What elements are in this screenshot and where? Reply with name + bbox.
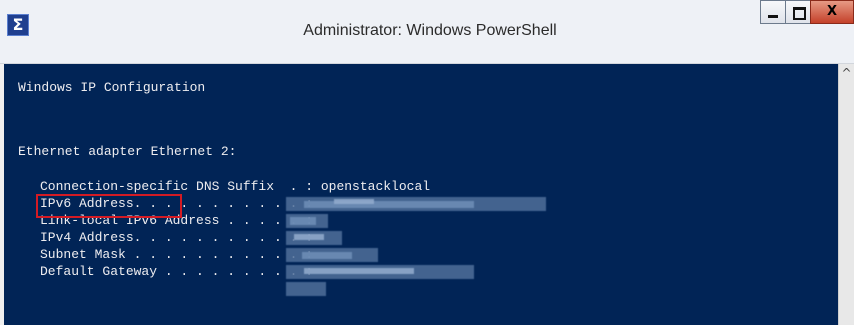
window-title: Administrator: Windows PowerShell [303, 22, 557, 39]
close-button[interactable]: X [810, 0, 854, 24]
redacted-value [286, 282, 326, 296]
redacted-value [304, 268, 414, 274]
ipv6-highlight-box [36, 194, 182, 218]
redacted-value [290, 217, 316, 225]
powershell-icon[interactable]: Σ [7, 14, 29, 36]
minimize-button[interactable] [760, 0, 786, 24]
scroll-up-arrow-icon[interactable]: ^ [839, 64, 854, 82]
console-line: Subnet Mask . . . . . . . . . . . : [40, 247, 314, 262]
console-line: IPv4 Address. . . . . . . . . . . : [40, 230, 314, 245]
console-line: Ethernet adapter Ethernet 2: [18, 144, 237, 159]
redacted-value [334, 199, 374, 204]
console-line: Default Gateway . . . . . . . . . : [40, 264, 314, 279]
maximize-icon [793, 7, 806, 20]
redacted-value [304, 201, 474, 208]
redacted-value [294, 234, 324, 240]
vertical-scrollbar[interactable]: ^ [838, 64, 854, 325]
title-bar[interactable]: Σ Administrator: Windows PowerShell X [0, 0, 854, 64]
console-line: Windows IP Configuration [18, 80, 206, 95]
minimize-icon [768, 15, 778, 18]
maximize-button[interactable] [785, 0, 811, 24]
powershell-window: Σ Administrator: Windows PowerShell X Wi… [0, 0, 854, 325]
console-line: Connection-specific DNS Suffix . : opens… [40, 179, 431, 194]
redacted-value [302, 252, 352, 259]
